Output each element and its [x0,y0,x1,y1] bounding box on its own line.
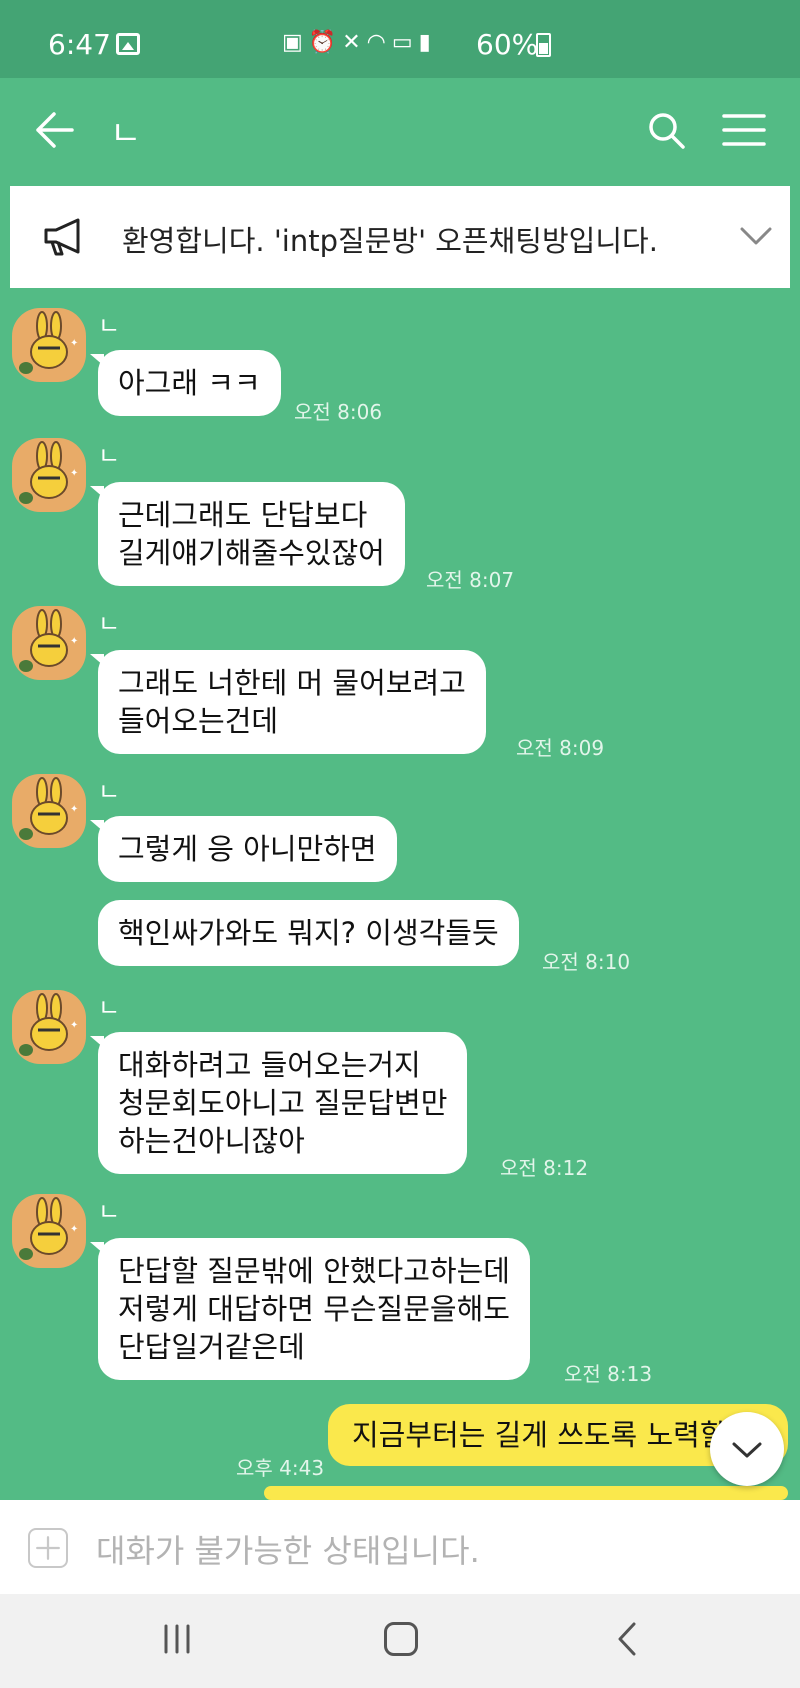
battery-icon [536,33,551,57]
signal-icon: ▮ [418,30,437,55]
sender-name: ㄴ [98,778,121,806]
sender-avatar[interactable]: ✦ [12,438,86,512]
sender-avatar[interactable]: ✦ [12,606,86,680]
sender-avatar[interactable]: ✦ [12,990,86,1064]
avatar-character-icon: ✦ [19,993,78,1056]
wifi-icon: ◠ [366,30,392,55]
svg-text:✦: ✦ [70,636,78,647]
system-navigation-bar [0,1594,800,1688]
status-bar: 6:47 ▣⏰✕◠▭▮ 60% [0,0,800,78]
status-icons: ▣⏰✕◠▭▮ [282,30,437,55]
sender-name: ㄴ [98,312,121,340]
sender-avatar[interactable]: ✦ [12,774,86,848]
message-timestamp: 오전 8:12 [500,1156,589,1180]
back-arrow-icon[interactable] [34,110,74,150]
megaphone-icon [44,218,80,256]
my-message-timestamp: 오후 4:43 [236,1456,325,1480]
message-bubble[interactable]: 핵인싸가와도 뭐지? 이생각들듯 [98,900,519,966]
message-input-disabled: 대화가 불가능한 상태입니다. [96,1532,480,1570]
message-bubble[interactable]: 그렇게 응 아니만하면 [90,816,397,882]
sender-name: ㄴ [98,994,121,1022]
plus-icon[interactable] [28,1528,68,1568]
avatar-character-icon: ✦ [19,441,78,504]
battery-saver-icon: ▣ [282,30,309,55]
svg-text:✦: ✦ [70,1020,78,1031]
my-message-bubble-partial [264,1486,788,1500]
message-bubble[interactable]: 근데그래도 단답보다 길게얘기해줄수있잖어 [90,482,405,586]
svg-text:✦: ✦ [70,468,78,479]
home-button-icon[interactable] [384,1622,418,1656]
message-timestamp: 오전 8:13 [564,1362,653,1386]
search-icon[interactable] [646,110,686,150]
notice-text: 환영합니다. 'intp질문방' 오픈채팅방입니다. [122,224,658,258]
sender-avatar[interactable]: ✦ [12,1194,86,1268]
message-timestamp: 오전 8:06 [294,400,383,424]
svg-text:✦: ✦ [70,338,78,349]
sender-name: ㄴ [98,610,121,638]
alarm-icon: ⏰ [308,30,343,55]
battery-level: 60% [476,28,539,61]
gallery-icon [116,33,140,55]
message-bubble[interactable]: 그래도 너한테 머 물어보려고 들어오는건데 [90,650,486,754]
message-timestamp: 오전 8:10 [542,950,631,974]
message-bubble[interactable]: 아그래 ㅋㅋ [90,350,281,416]
chevron-down-icon[interactable] [736,216,776,256]
message-timestamp: 오전 8:09 [516,736,605,760]
scroll-to-bottom-button[interactable] [710,1412,784,1486]
message-timestamp: 오전 8:07 [426,568,515,592]
hd-icon: ▭ [391,30,419,55]
avatar-character-icon: ✦ [19,1197,78,1260]
message-bubble[interactable]: 단답할 질문밖에 안했다고하는데 저렇게 대답하면 무슨질문을해도 단답일거같은… [90,1238,530,1380]
avatar-character-icon: ✦ [19,777,78,840]
system-back-icon[interactable] [610,1620,646,1658]
chevron-down-icon [732,1442,762,1458]
message-input-bar: 대화가 불가능한 상태입니다. [0,1500,800,1594]
sender-avatar[interactable]: ✦ [12,308,86,382]
mute-icon: ✕ [342,30,367,55]
message-bubble[interactable]: 대화하려고 들어오는거지 청문회도아니고 질문답변만 하는건아니잖아 [89,1032,468,1174]
chat-room-title: ㄴ [110,114,142,154]
avatar-character-icon: ✦ [19,311,78,374]
sender-name: ㄴ [98,1198,121,1226]
avatar-character-icon: ✦ [19,609,78,672]
notice-banner[interactable]: 환영합니다. 'intp질문방' 오픈채팅방입니다. [10,186,790,288]
status-time: 6:47 [48,28,111,61]
svg-text:✦: ✦ [70,1224,78,1235]
svg-text:✦: ✦ [70,804,78,815]
sender-name: ㄴ [98,442,121,470]
recent-apps-icon[interactable] [160,1622,194,1656]
menu-icon[interactable] [722,112,766,148]
